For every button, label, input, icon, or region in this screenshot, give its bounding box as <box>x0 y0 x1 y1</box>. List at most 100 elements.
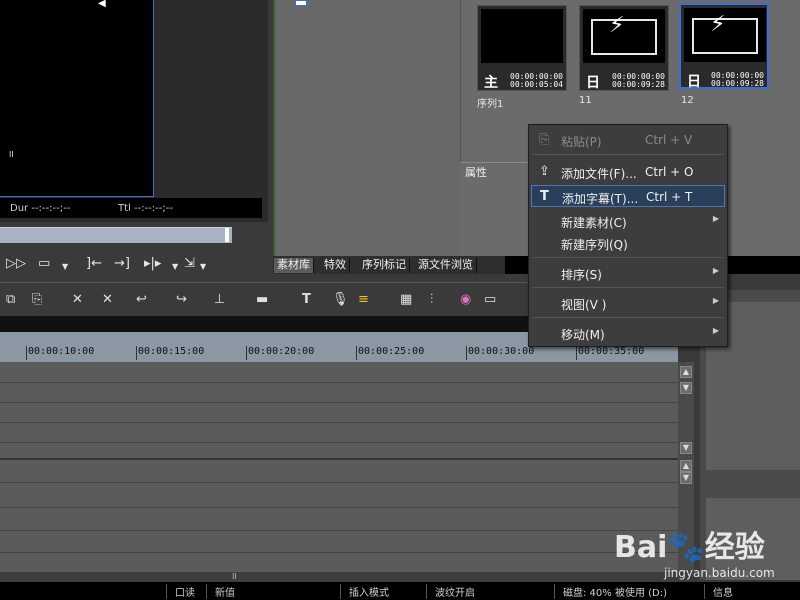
preview-screen[interactable] <box>0 0 154 197</box>
scroll-down-icon[interactable]: ▼ <box>680 442 692 454</box>
clip-name: 序列1 <box>477 99 504 110</box>
menu-item-shortcut: Ctrl + T <box>646 190 693 204</box>
ttl-value: --:--:--;-- <box>134 203 173 214</box>
tab-sequence-markers[interactable]: 序列标记 <box>359 258 410 273</box>
timeline-tracks[interactable] <box>0 362 678 572</box>
context-menu: ⎘ 粘贴(P) Ctrl + V ⇪ 添加文件(F)... Ctrl + O T… <box>528 124 728 347</box>
tab-effects[interactable]: 特效 <box>321 258 350 273</box>
marker-icon[interactable]: ▬ <box>256 292 268 307</box>
menu-item-new-clip[interactable]: 新建素材(C) ▶ <box>531 210 725 232</box>
paste-icon: ⎘ <box>539 132 550 147</box>
dropdown-arrow-icon[interactable]: ▼ <box>172 262 178 271</box>
undo-icon[interactable]: ↩ <box>136 292 147 307</box>
tick-label: 00:00:10:00 <box>28 346 95 357</box>
scroll-up-icon[interactable]: ▲ <box>680 366 692 378</box>
dur-label: Dur <box>10 203 29 214</box>
watermark-logo-cn: 经验 <box>704 530 765 565</box>
status-read-mode: 口读 <box>166 584 195 599</box>
clip-preview <box>481 9 563 63</box>
tick-mark <box>136 346 137 360</box>
watermark-logo-text: Bai <box>614 530 668 565</box>
fast-forward-icon[interactable]: ▷▷ <box>6 256 26 271</box>
tick-label: 00:00:15:00 <box>138 346 205 357</box>
scroll-down-icon[interactable]: ▼ <box>680 472 692 484</box>
tick-mark <box>576 346 577 360</box>
paste-icon[interactable]: ⎘ <box>32 292 42 307</box>
clip-kind-glyph: 日 <box>687 74 701 90</box>
menu-item-label: 新建序列(Q) <box>561 238 628 252</box>
menu-item-add-title[interactable]: T 添加字幕(T)... Ctrl + T <box>531 185 725 207</box>
tab-asset-bin[interactable]: 素材库 <box>274 258 314 273</box>
mark-in-icon[interactable]: ]← <box>86 256 102 271</box>
dropdown-arrow-icon[interactable]: ▼ <box>200 262 206 271</box>
status-ripple[interactable]: 波纹开启 <box>426 584 475 599</box>
razor-icon[interactable]: ⊥ <box>214 292 225 307</box>
clip-name: 11 <box>579 95 592 106</box>
clip-name: 12 <box>681 95 694 106</box>
clip-thumbnail-title[interactable]: ⚡ 日 00:00:00:00 00:00:09:28 <box>579 5 669 91</box>
menu-item-sort[interactable]: 排序(S) ▶ <box>531 262 725 284</box>
scroll-down-icon[interactable]: ▼ <box>680 382 692 394</box>
tab-source-browser[interactable]: 源文件浏览 <box>415 258 477 273</box>
status-insert-mode[interactable]: 插入模式 <box>340 584 389 599</box>
track-divider <box>0 530 678 531</box>
menu-item-paste[interactable]: ⎘ 粘贴(P) Ctrl + V <box>531 129 725 151</box>
render-icon[interactable]: ≡ <box>358 292 369 307</box>
title-icon[interactable]: T <box>302 292 311 307</box>
menu-item-add-file[interactable]: ⇪ 添加文件(F)... Ctrl + O <box>531 161 725 183</box>
status-info[interactable]: 信息 <box>704 584 733 599</box>
redo-icon[interactable]: ↪ <box>176 292 187 307</box>
tick-label: 00:00:25:00 <box>358 346 425 357</box>
window-layout-icon[interactable]: ▭ <box>484 292 496 307</box>
add-file-icon: ⇪ <box>539 164 550 179</box>
menu-item-label: 移动(M) <box>561 328 605 342</box>
timeline-h-scrollbar[interactable] <box>0 572 678 582</box>
color-wheel-icon[interactable]: ◉ <box>460 292 471 307</box>
overlay-output-icon[interactable]: ▭ <box>38 256 50 271</box>
lightning-icon: ⚡ <box>710 12 726 37</box>
menu-item-move[interactable]: 移动(M) ▶ <box>531 322 725 344</box>
tick-mark <box>356 346 357 360</box>
bin-folder-tree[interactable] <box>273 0 460 258</box>
copy-icon[interactable]: ⧉ <box>6 292 15 307</box>
bin-tab-bar: 素材库 特效 序列标记 源文件浏览 <box>273 256 505 274</box>
clip-kind-glyph: 主 <box>484 75 498 91</box>
clip-thumbnail-sequence[interactable]: 主 00:00:00:00 00:00:05:04 <box>477 5 567 91</box>
menu-item-label: 新建素材(C) <box>561 216 627 230</box>
menu-item-new-sequence[interactable]: 新建序列(Q) <box>531 232 725 254</box>
track-divider <box>0 402 678 403</box>
folder-checkbox[interactable] <box>295 0 307 6</box>
preview-timecode-bar: Dur --:--:--;-- Ttl --:--:--;-- <box>0 198 262 218</box>
baidu-watermark-logo: Bai🐾经验 <box>614 522 765 566</box>
scroll-grip-icon[interactable]: II <box>232 572 237 581</box>
tick-label: 00:00:30:00 <box>468 346 535 357</box>
menu-item-label: 排序(S) <box>561 268 602 282</box>
tick-mark <box>246 346 247 360</box>
export-icon[interactable]: ⇲ <box>184 256 195 271</box>
submenu-arrow-icon: ▶ <box>712 296 719 305</box>
mark-out-icon[interactable]: →] <box>114 256 130 271</box>
pause-indicator: II <box>9 150 14 159</box>
microphone-icon[interactable]: 🎙 <box>332 292 349 307</box>
scroll-up-icon[interactable]: ▲ <box>680 460 692 472</box>
delete-icon[interactable]: ✕ <box>72 292 83 307</box>
menu-separator <box>533 154 723 155</box>
ripple-delete-icon[interactable]: ✕ <box>102 292 113 307</box>
menu-separator <box>533 317 723 318</box>
track-divider <box>0 458 678 460</box>
watermark-site: jingyan.baidu.com <box>664 566 775 580</box>
menu-item-view[interactable]: 视图(V ) ▶ <box>531 292 725 314</box>
menu-item-label: 添加文件(F)... <box>561 167 637 181</box>
scrub-handle[interactable] <box>225 228 229 242</box>
grid-icon[interactable]: ▦ <box>400 292 412 307</box>
track-divider <box>0 507 678 508</box>
clip-thumbnail-title-selected[interactable]: ⚡ 日 00:00:00:00 00:00:09:28 <box>679 3 769 90</box>
clip-preview: ⚡ <box>684 8 766 62</box>
submenu-arrow-icon: ▶ <box>712 326 719 335</box>
preview-scrub-bar[interactable] <box>0 227 232 243</box>
status-new-value: 新值 <box>206 584 235 599</box>
dropdown-arrow-icon[interactable]: ▼ <box>62 262 68 271</box>
split-icon[interactable]: ▸|▸ <box>144 256 161 271</box>
tick-label: 00:00:20:00 <box>248 346 315 357</box>
mixer-icon[interactable]: ⫶ <box>430 292 433 307</box>
